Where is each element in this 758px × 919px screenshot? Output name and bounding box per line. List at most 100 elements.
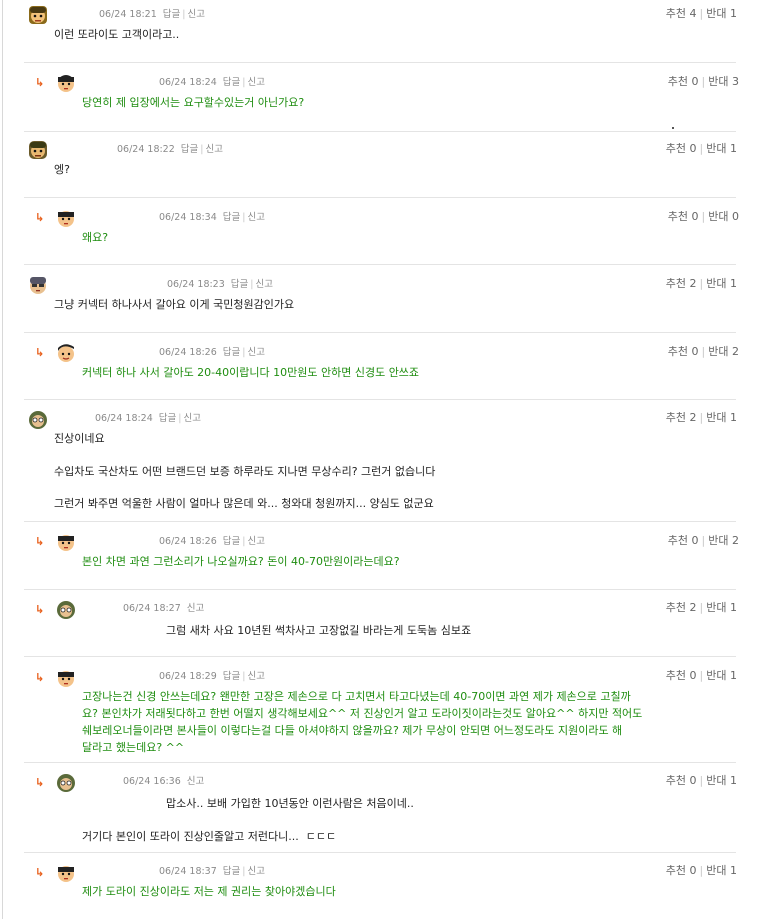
recommend-count: 0 <box>691 210 699 223</box>
comment-text: 제가 도라이 진상이라도 저는 제 권리는 찾아야겠습니다 <box>82 885 336 898</box>
oppose-button[interactable]: 반대 0 <box>708 210 739 223</box>
avatar[interactable] <box>27 139 49 161</box>
oppose-label: 반대 <box>706 774 727 787</box>
reply-link[interactable]: 답글 <box>175 144 198 155</box>
comment-time: 06/24 18:34 <box>159 212 217 223</box>
vote-box: 추천 0 | 반대 3 <box>667 75 739 88</box>
report-link[interactable]: 신고 <box>187 9 204 20</box>
avatar[interactable] <box>55 342 77 364</box>
report-link[interactable]: 신고 <box>247 77 264 88</box>
comment-text: 당연히 제 입장에서는 요구할수있는거 아닌가요? <box>82 96 305 109</box>
recommend-count: 0 <box>691 534 699 547</box>
avatar[interactable] <box>27 409 49 431</box>
recommend-button[interactable]: 추천 0 <box>666 142 697 155</box>
avatar[interactable] <box>27 274 49 296</box>
reply-arrow-icon: ↳ <box>35 603 45 616</box>
recommend-button[interactable]: 추천 0 <box>668 210 699 223</box>
reply-link[interactable]: 답글 <box>225 279 248 290</box>
oppose-button[interactable]: 반대 1 <box>706 411 737 424</box>
oppose-button[interactable]: 반대 1 <box>706 7 737 20</box>
report-link[interactable]: 신고 <box>205 144 222 155</box>
oppose-button[interactable]: 반대 2 <box>708 534 739 547</box>
recommend-label: 추천 <box>665 7 687 20</box>
report-link[interactable]: 신고 <box>255 279 272 290</box>
vote-box: 추천 2 | 반대 1 <box>665 277 737 290</box>
report-link[interactable]: 신고 <box>247 866 264 877</box>
stray-dot <box>672 127 674 129</box>
reply-arrow-icon: ↳ <box>35 866 45 879</box>
comment-text: 이런 또라이도 고객이라고.. <box>54 28 180 41</box>
recommend-label: 추천 <box>665 864 687 877</box>
reply-arrow-icon: ↳ <box>35 346 45 359</box>
comment-time: 06/24 18:21 <box>99 9 157 20</box>
recommend-button[interactable]: 추천 4 <box>666 7 697 20</box>
avatar[interactable] <box>55 72 77 94</box>
oppose-button[interactable]: 반대 1 <box>706 864 737 877</box>
report-link[interactable]: 신고 <box>247 536 264 547</box>
comment-time: 06/24 18:24 <box>95 413 153 424</box>
oppose-count: 1 <box>730 7 737 20</box>
reply-link[interactable]: 답글 <box>217 536 240 547</box>
reply-link[interactable]: 답글 <box>217 212 240 223</box>
oppose-button[interactable]: 반대 1 <box>706 277 737 290</box>
recommend-label: 추천 <box>667 345 689 358</box>
recommend-button[interactable]: 추천 0 <box>666 774 697 787</box>
reply-link[interactable]: 답글 <box>217 866 240 877</box>
avatar[interactable] <box>55 207 77 229</box>
comment-meta: 06/24 18:24 답글 | 신고 <box>159 77 265 88</box>
avatar[interactable] <box>55 772 77 794</box>
avatar[interactable] <box>27 4 49 26</box>
recommend-button[interactable]: 추천 0 <box>668 75 699 88</box>
oppose-button[interactable]: 반대 1 <box>706 669 737 682</box>
report-link[interactable]: 신고 <box>181 776 204 787</box>
recommend-button[interactable]: 추천 0 <box>666 669 697 682</box>
reply-arrow-icon: ↳ <box>35 671 45 684</box>
recommend-button[interactable]: 추천 2 <box>666 601 697 614</box>
divider <box>24 197 736 198</box>
reply-link[interactable]: 답글 <box>157 9 180 20</box>
comment-text: 그런거 봐주면 억울한 사람이 얼마나 많은데 와... 청와대 청원까지...… <box>54 497 434 510</box>
avatar[interactable] <box>55 667 77 689</box>
oppose-label: 반대 <box>708 345 729 358</box>
comment-list: 06/24 18:21 답글 | 신고 추천 4 | 반대 1 이런 또라이도 고객이라고… <box>0 0 758 919</box>
comment-text: 달라고 했는데요? ^^ <box>82 741 185 754</box>
oppose-count: 0 <box>732 210 739 223</box>
recommend-button[interactable]: 추천 2 <box>666 411 697 424</box>
recommend-label: 추천 <box>665 669 687 682</box>
oppose-button[interactable]: 반대 1 <box>706 142 737 155</box>
comment-time: 06/24 18:29 <box>159 671 217 682</box>
oppose-count: 1 <box>730 142 737 155</box>
reply-link[interactable]: 답글 <box>217 671 240 682</box>
reply-link[interactable]: 답글 <box>153 413 176 424</box>
oppose-label: 반대 <box>706 7 727 20</box>
comment-time: 06/24 18:22 <box>117 144 175 155</box>
comment-time: 06/24 18:23 <box>167 279 225 290</box>
recommend-count: 0 <box>689 669 697 682</box>
oppose-button[interactable]: 반대 1 <box>706 601 737 614</box>
report-link[interactable]: 신고 <box>181 603 204 614</box>
recommend-label: 추천 <box>667 210 689 223</box>
report-link[interactable]: 신고 <box>247 347 264 358</box>
reply-link[interactable]: 답글 <box>217 77 240 88</box>
reply-link[interactable]: 답글 <box>217 347 240 358</box>
comment-time: 06/24 18:26 <box>159 536 217 547</box>
report-link[interactable]: 신고 <box>247 212 264 223</box>
recommend-button[interactable]: 추천 0 <box>666 864 697 877</box>
reply-arrow-icon: ↳ <box>35 76 45 89</box>
left-border <box>2 0 3 919</box>
oppose-button[interactable]: 반대 1 <box>706 774 737 787</box>
oppose-button[interactable]: 반대 3 <box>708 75 739 88</box>
report-link[interactable]: 신고 <box>247 671 264 682</box>
avatar[interactable] <box>55 862 77 884</box>
divider <box>24 131 736 132</box>
recommend-button[interactable]: 추천 0 <box>668 345 699 358</box>
recommend-label: 추천 <box>665 142 687 155</box>
recommend-button[interactable]: 추천 2 <box>666 277 697 290</box>
recommend-button[interactable]: 추천 0 <box>668 534 699 547</box>
oppose-button[interactable]: 반대 2 <box>708 345 739 358</box>
avatar[interactable] <box>55 531 77 553</box>
report-link[interactable]: 신고 <box>183 413 200 424</box>
recommend-label: 추천 <box>665 601 687 614</box>
divider <box>24 589 736 590</box>
avatar[interactable] <box>55 599 77 621</box>
